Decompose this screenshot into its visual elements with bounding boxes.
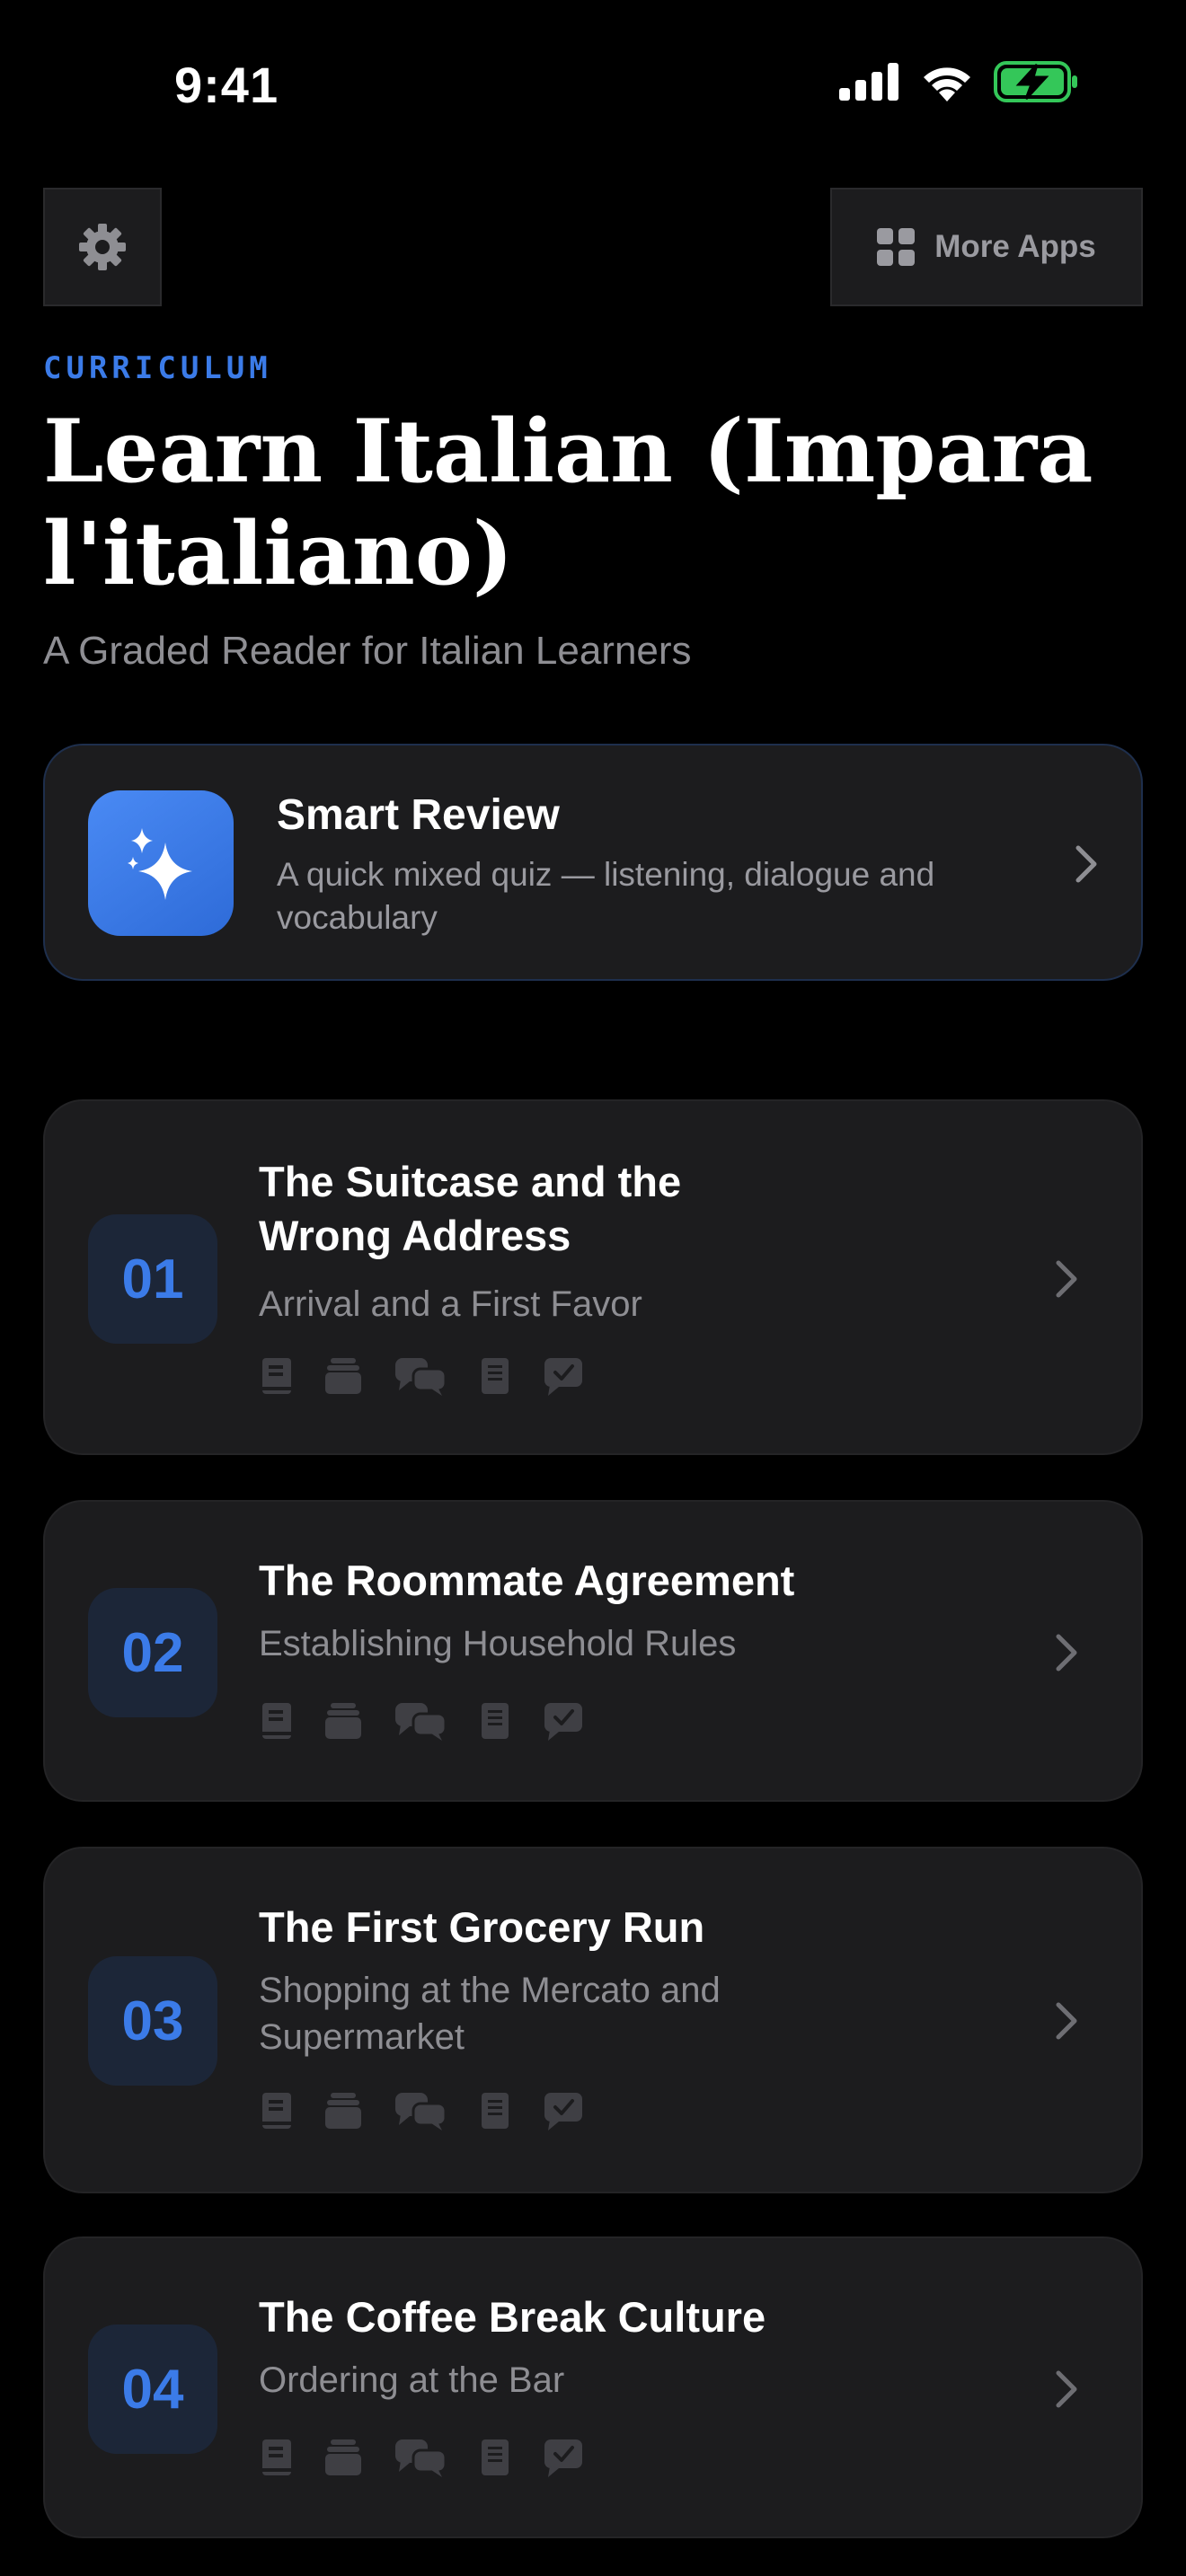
flashcards-icon bbox=[325, 1358, 361, 1394]
cellular-signal-icon bbox=[839, 63, 898, 101]
dialogue-icon bbox=[395, 2439, 447, 2477]
battery-charging-icon bbox=[994, 61, 1077, 102]
lesson-card-02[interactable]: 02 The Roommate Agreement Establishing H… bbox=[43, 1500, 1143, 1802]
gear-icon bbox=[79, 224, 126, 270]
flashcards-icon bbox=[325, 2093, 361, 2129]
document-icon bbox=[482, 1703, 509, 1739]
settings-button[interactable] bbox=[43, 188, 162, 306]
lesson-title: The Roommate Agreement bbox=[259, 1557, 795, 1604]
page-title: Learn Italian (Impara l'italiano) bbox=[43, 401, 1093, 604]
smart-review-description: A quick mixed quiz — listening, dialogue… bbox=[277, 856, 935, 936]
book-icon bbox=[262, 2439, 291, 2475]
document-icon bbox=[482, 2439, 509, 2475]
smart-review-card[interactable]: Smart Review A quick mixed quiz — listen… bbox=[43, 744, 1143, 981]
lesson-card-03[interactable]: 03 The First Grocery Run Shopping at the… bbox=[43, 1847, 1143, 2193]
chevron-right-icon bbox=[1056, 2002, 1077, 2040]
lesson-subtitle: Establishing Household Rules bbox=[259, 1624, 737, 1663]
lesson-activity-icons bbox=[261, 1356, 584, 1396]
document-icon bbox=[482, 1358, 509, 1394]
lesson-number-badge: 01 bbox=[88, 1214, 217, 1344]
quiz-check-icon bbox=[544, 2093, 582, 2130]
wifi-icon bbox=[924, 67, 970, 101]
book-icon bbox=[262, 1358, 291, 1394]
lesson-number-badge: 03 bbox=[88, 1956, 217, 2086]
document-icon bbox=[482, 2093, 509, 2129]
quiz-check-icon bbox=[544, 2439, 582, 2477]
book-icon bbox=[262, 1703, 291, 1739]
quiz-check-icon bbox=[544, 1358, 582, 1396]
chevron-right-icon bbox=[1056, 1634, 1077, 1672]
lesson-activity-icons bbox=[261, 2438, 584, 2477]
status-time: 9:41 bbox=[174, 57, 279, 113]
page-subtitle: A Graded Reader for Italian Learners bbox=[43, 629, 692, 673]
lesson-number-badge: 02 bbox=[88, 1588, 217, 1717]
sparkles-icon bbox=[88, 790, 234, 936]
lesson-card-01[interactable]: 01 The Suitcase and the Wrong Address Ar… bbox=[43, 1099, 1143, 1455]
section-eyebrow: CURRICULUM bbox=[43, 350, 272, 386]
book-icon bbox=[262, 2093, 291, 2129]
smart-review-title: Smart Review bbox=[277, 791, 560, 839]
lesson-title: The First Grocery Run bbox=[259, 1903, 705, 1951]
more-apps-button[interactable]: More Apps bbox=[830, 188, 1143, 306]
lesson-card-04[interactable]: 04 The Coffee Break Culture Ordering at … bbox=[43, 2236, 1143, 2538]
lesson-activity-icons bbox=[261, 1701, 584, 1741]
lesson-activity-icons bbox=[261, 2091, 584, 2130]
chevron-right-icon bbox=[1075, 845, 1097, 883]
status-icons bbox=[839, 61, 1078, 102]
lesson-title: The Suitcase and the Wrong Address bbox=[259, 1158, 682, 1259]
lesson-title: The Coffee Break Culture bbox=[259, 2293, 766, 2341]
app-grid-icon bbox=[877, 228, 916, 266]
chevron-right-icon bbox=[1056, 2370, 1077, 2408]
lesson-subtitle: Ordering at the Bar bbox=[259, 2360, 565, 2400]
flashcards-icon bbox=[325, 1703, 361, 1739]
chevron-right-icon bbox=[1056, 1260, 1077, 1298]
dialogue-icon bbox=[395, 1358, 447, 1396]
lesson-subtitle: Shopping at the Mercato and Supermarket bbox=[259, 1971, 721, 2057]
lesson-subtitle: Arrival and a First Favor bbox=[259, 1284, 642, 1324]
status-bar: 9:41 bbox=[0, 0, 1186, 171]
lesson-number-badge: 04 bbox=[88, 2325, 217, 2454]
more-apps-label: More Apps bbox=[934, 229, 1096, 264]
dialogue-icon bbox=[395, 1703, 447, 1741]
dialogue-icon bbox=[395, 2093, 447, 2130]
flashcards-icon bbox=[325, 2439, 361, 2475]
quiz-check-icon bbox=[544, 1703, 582, 1741]
